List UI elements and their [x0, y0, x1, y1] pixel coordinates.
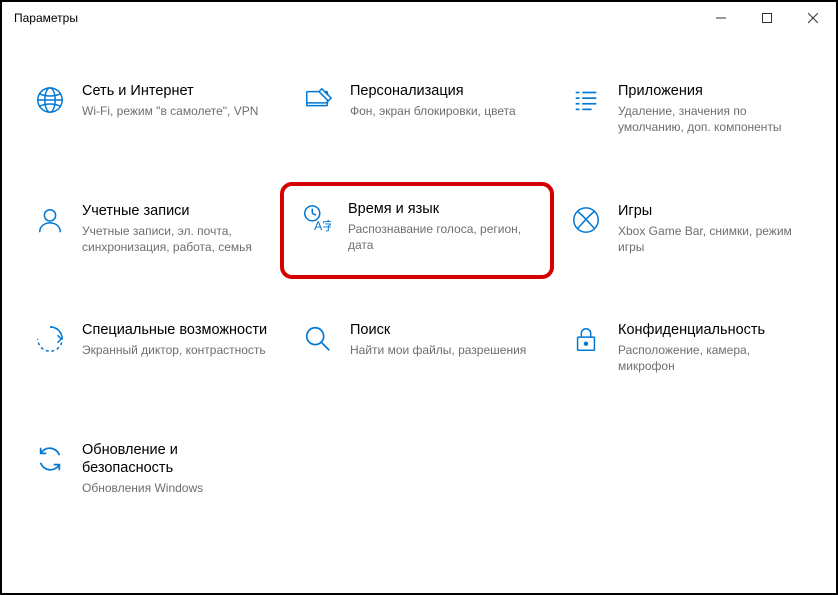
- tile-title: Обновление и безопасность: [82, 441, 272, 477]
- tile-title: Специальные возможности: [82, 321, 272, 339]
- tile-desc: Найти мои файлы, разрешения: [350, 342, 540, 358]
- tile-time-language[interactable]: A字 Время и язык Распознавание голоса, ре…: [280, 182, 554, 280]
- tile-desc: Wi-Fi, режим "в самолете", VPN: [82, 103, 272, 119]
- tile-desc: Учетные записи, эл. почта, синхронизация…: [82, 223, 272, 255]
- globe-icon: [34, 84, 66, 116]
- search-icon: [302, 323, 334, 355]
- tile-privacy[interactable]: Конфиденциальность Расположение, камера,…: [558, 313, 816, 383]
- close-button[interactable]: [790, 2, 836, 34]
- tile-desc: Распознавание голоса, регион, дата: [348, 221, 540, 253]
- tile-desc: Экранный диктор, контрастность: [82, 342, 272, 358]
- tile-update-security[interactable]: Обновление и безопасность Обновления Win…: [22, 433, 280, 504]
- tile-accounts[interactable]: Учетные записи Учетные записи, эл. почта…: [22, 194, 280, 264]
- settings-grid-container: Сеть и Интернет Wi-Fi, режим "в самолете…: [2, 34, 836, 504]
- tile-desc: Расположение, камера, микрофон: [618, 342, 808, 374]
- ease-of-access-icon: [34, 323, 66, 355]
- xbox-icon: [570, 204, 602, 236]
- lock-icon: [570, 323, 602, 355]
- tile-desc: Xbox Game Bar, снимки, режим игры: [618, 223, 808, 255]
- tile-title: Игры: [618, 202, 808, 220]
- tile-gaming[interactable]: Игры Xbox Game Bar, снимки, режим игры: [558, 194, 816, 264]
- time-language-icon: A字: [300, 202, 332, 234]
- tile-desc: Удаление, значения по умолчанию, доп. ко…: [618, 103, 808, 135]
- personalization-icon: [302, 84, 334, 116]
- tile-ease-of-access[interactable]: Специальные возможности Экранный диктор,…: [22, 313, 280, 383]
- tile-search[interactable]: Поиск Найти мои файлы, разрешения: [290, 313, 548, 383]
- maximize-button[interactable]: [744, 2, 790, 34]
- tile-network-internet[interactable]: Сеть и Интернет Wi-Fi, режим "в самолете…: [22, 74, 280, 144]
- svg-text:A字: A字: [314, 218, 331, 233]
- tile-title: Учетные записи: [82, 202, 272, 220]
- tile-title: Сеть и Интернет: [82, 82, 272, 100]
- tile-title: Приложения: [618, 82, 808, 100]
- update-icon: [34, 443, 66, 475]
- tile-desc: Фон, экран блокировки, цвета: [350, 103, 540, 119]
- tile-title: Время и язык: [348, 200, 540, 218]
- titlebar: Параметры: [2, 2, 836, 34]
- minimize-button[interactable]: [698, 2, 744, 34]
- tile-desc: Обновления Windows: [82, 480, 272, 496]
- tile-personalization[interactable]: Персонализация Фон, экран блокировки, цв…: [290, 74, 548, 144]
- tile-apps[interactable]: Приложения Удаление, значения по умолчан…: [558, 74, 816, 144]
- tile-title: Поиск: [350, 321, 540, 339]
- window-title: Параметры: [14, 11, 78, 25]
- tile-title: Конфиденциальность: [618, 321, 808, 339]
- apps-icon: [570, 84, 602, 116]
- tile-title: Персонализация: [350, 82, 540, 100]
- person-icon: [34, 204, 66, 236]
